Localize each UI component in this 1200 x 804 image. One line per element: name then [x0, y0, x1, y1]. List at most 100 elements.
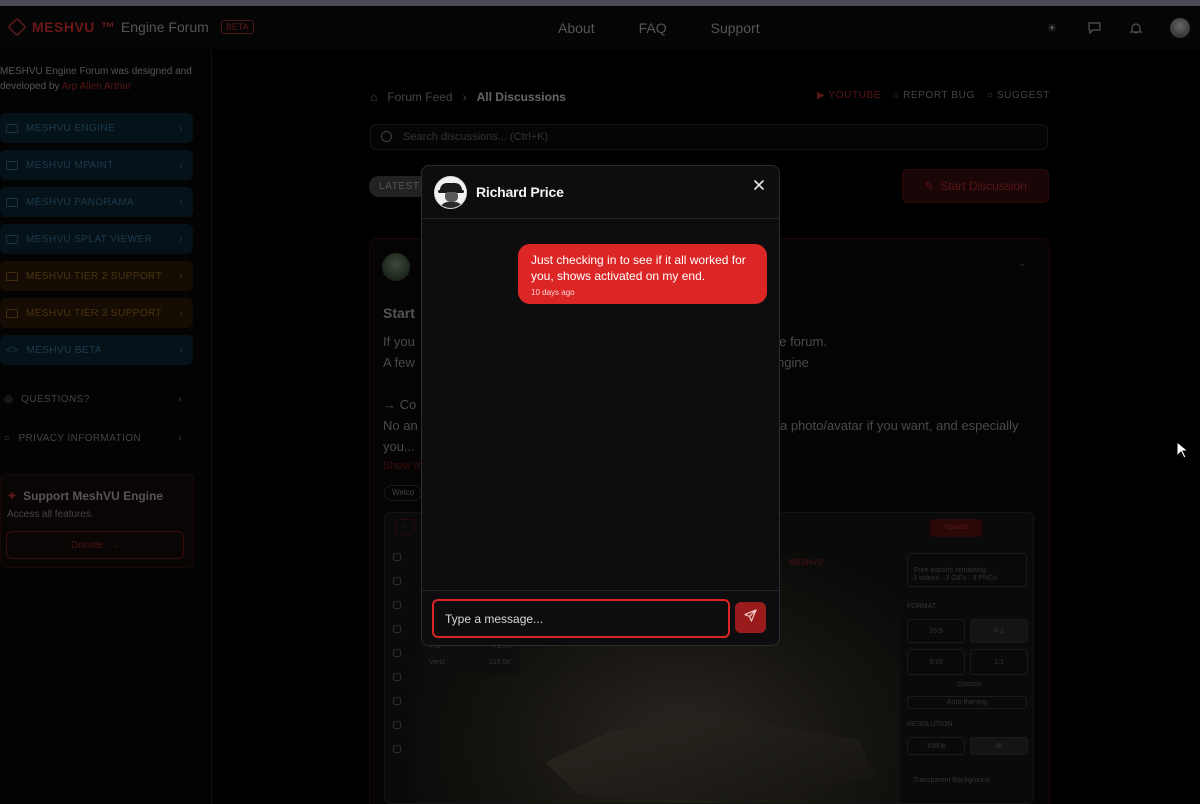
lightbulb-icon: ○ [986, 90, 997, 101]
message-input[interactable] [432, 599, 730, 638]
sidebar-link-questions[interactable]: ◎ QUESTIONS? › [0, 394, 190, 405]
chat-modal: Richard Price Just checking in to see if… [421, 165, 780, 646]
post-tag-chip[interactable]: Welco [384, 485, 423, 501]
close-icon[interactable] [751, 178, 767, 194]
logo-icon [7, 17, 27, 37]
chat-user-avatar[interactable] [434, 176, 467, 209]
sidebar-item-meshvu-splat-viewer[interactable]: MESHVU SPLAT VIEWER › [0, 224, 193, 254]
preview-upload-button: Upload [930, 519, 982, 537]
stat-verts-label: Verts [429, 659, 445, 666]
show-more-link[interactable]: Show m [383, 460, 423, 472]
code-icon: <> [6, 344, 19, 356]
donate-label: Donate [70, 539, 104, 551]
sidebar-item-tier3-support[interactable]: MESHVU TIER 3 SUPPORT › [0, 298, 193, 328]
preview-toolbar [393, 553, 405, 769]
sparkle-icon: ✦ [7, 489, 18, 503]
chat-message-bubble: Just checking in to see if it all worked… [518, 244, 767, 304]
sidebar-link-label: QUESTIONS? [21, 394, 90, 405]
suggest-label: SUGGEST [996, 90, 1050, 101]
credit-author-link[interactable]: Arp Allen Arthur [62, 81, 131, 92]
theme-toggle-icon[interactable]: ☀ [1044, 20, 1060, 36]
ratio-1-1: 1:1 [970, 649, 1028, 675]
donate-button[interactable]: Donate → [6, 531, 184, 559]
nav-support[interactable]: Support [711, 20, 760, 36]
sidebar-item-label: MESHVU PANORAMA [26, 196, 135, 208]
post-author-avatar[interactable] [382, 253, 410, 281]
sidebar-item-label: MESHVU SPLAT VIEWER [26, 233, 153, 245]
post-line: If you [383, 334, 415, 349]
chevron-right-icon: › [179, 307, 183, 319]
chevron-right-icon: › [178, 433, 182, 444]
beta-badge: BETA [220, 20, 254, 34]
avatar-face [445, 192, 458, 202]
post-line: No an [383, 418, 418, 433]
folder-icon [6, 197, 18, 207]
help-icon: ◎ [4, 394, 14, 405]
post-line: A few [383, 355, 415, 370]
post-line: you... [383, 439, 415, 454]
chat-message-time: 10 days ago [531, 288, 575, 297]
sidebar-link-privacy[interactable]: ○ PRIVACY INFORMATION › [0, 433, 190, 444]
res-4k: 4K [970, 737, 1028, 755]
messages-icon[interactable] [1086, 20, 1102, 36]
sidebar-item-label: MESHVU ENGINE [26, 122, 116, 134]
header-actions: ☀ [1044, 18, 1190, 38]
start-discussion-button[interactable]: ✎ Start Discussion [902, 169, 1049, 203]
suggest-link[interactable]: ○ SUGGEST [987, 90, 1050, 101]
chat-user-name[interactable]: Richard Price [476, 184, 564, 200]
custom-label: Custom [957, 681, 982, 688]
nav-faq[interactable]: FAQ [639, 20, 667, 36]
edit-icon: ✎ [924, 179, 935, 193]
sidebar-item-label: MESHVU MPAINT [26, 159, 114, 171]
post-line: ngine [777, 355, 809, 370]
chevron-right-icon: › [179, 344, 183, 356]
sidebar-item-label: MESHVU TIER 2 SUPPORT [26, 270, 162, 282]
chat-message-text: Just checking in to see if it all worked… [531, 253, 746, 283]
chat-composer [422, 590, 779, 645]
youtube-label: YOUTUBE [828, 90, 882, 101]
folder-icon [6, 123, 18, 133]
sidebar-item-meshvu-panorama[interactable]: MESHVU PANORAMA › [0, 187, 193, 217]
support-title-text: Support MeshVU Engine [23, 489, 164, 503]
youtube-icon: ▶ [817, 90, 829, 101]
chevron-right-icon: › [179, 159, 183, 171]
free-exports-label: Free exports remaining [914, 566, 986, 574]
sidebar: MESHVU Engine Forum was designed and dev… [0, 50, 212, 804]
sidebar-item-meshvu-engine[interactable]: MESHVU ENGINE › [0, 113, 193, 143]
chevron-right-icon: › [179, 122, 183, 134]
ratio-4-3: 4:3 [970, 619, 1028, 643]
top-links: ▶ YOUTUBE ⌂ REPORT BUG ○ SUGGEST [817, 90, 1050, 101]
folder-icon [6, 271, 18, 281]
brand-logo[interactable]: MESHVU ™ Engine Forum BETA [7, 17, 254, 37]
sidebar-item-meshvu-beta[interactable]: <> MESHVU BETA › [0, 335, 193, 365]
sidebar-item-tier2-support[interactable]: MESHVU TIER 2 SUPPORT › [0, 261, 193, 291]
chevron-down-icon[interactable]: ⌄ [1018, 258, 1026, 269]
youtube-link[interactable]: ▶ YOUTUBE [817, 90, 881, 101]
preview-upload-label: Upload [944, 524, 968, 531]
home-icon: ⌂ [370, 90, 378, 104]
notifications-icon[interactable] [1128, 20, 1144, 36]
send-button[interactable] [735, 602, 766, 633]
support-card: ✦ Support MeshVU Engine Access all featur… [0, 474, 194, 568]
ratio-9-16: 9:16 [907, 649, 965, 675]
sidebar-item-label: MESHVU TIER 3 SUPPORT [26, 307, 162, 319]
nav-about[interactable]: About [558, 20, 595, 36]
chevron-right-icon: › [179, 270, 183, 282]
report-bug-link[interactable]: ⌂ REPORT BUG [893, 90, 975, 101]
bug-icon: ⌂ [893, 90, 904, 101]
folder-icon [6, 308, 18, 318]
spaceship-model [545, 717, 875, 803]
chat-header: Richard Price [422, 166, 779, 219]
chevron-right-icon: › [462, 90, 467, 104]
send-icon [744, 608, 757, 627]
post-line: → Co [383, 397, 417, 412]
search-input[interactable]: Search discussions... (Ctrl+K) [370, 124, 1048, 150]
search-icon [381, 131, 392, 142]
breadcrumb: ⌂ Forum Feed › All Discussions [370, 90, 566, 104]
breadcrumb-forum-feed[interactable]: Forum Feed [387, 90, 452, 104]
sidebar-item-label: MESHVU BETA [26, 344, 102, 356]
sidebar-item-meshvu-mpaint[interactable]: MESHVU MPAINT › [0, 150, 193, 180]
ratio-16-9: 16:9 [907, 619, 965, 643]
user-avatar[interactable] [1170, 18, 1190, 38]
info-icon: ○ [4, 433, 11, 444]
